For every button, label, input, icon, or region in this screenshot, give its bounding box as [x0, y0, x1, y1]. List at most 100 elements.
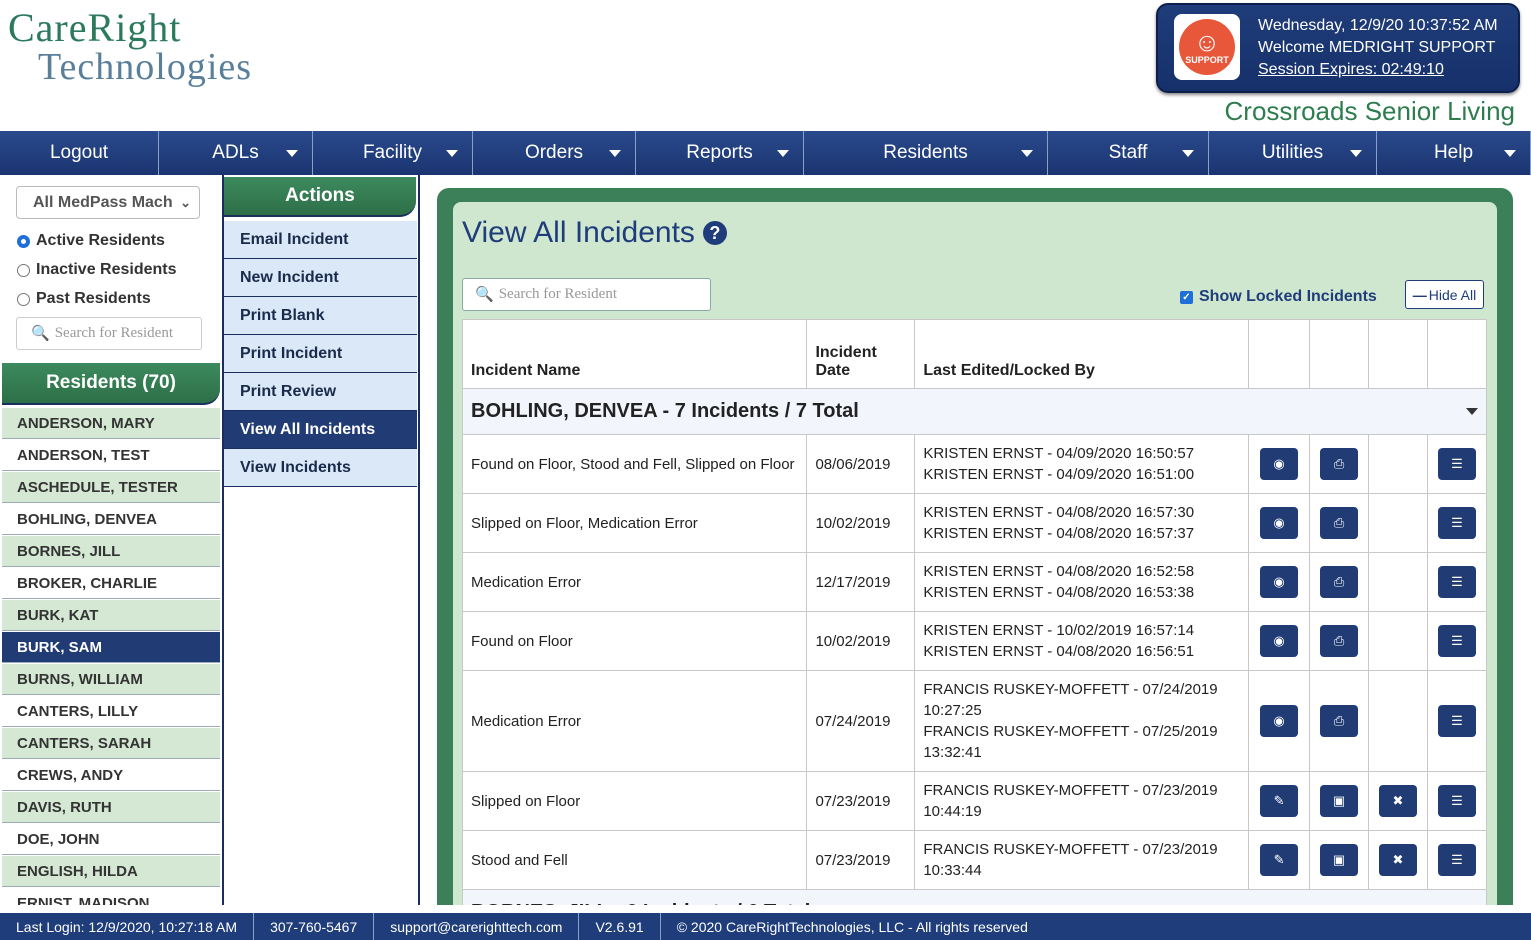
- col-incident-date: Incident Date: [806, 319, 916, 389]
- resident-list-item[interactable]: BROKER, CHARLIE: [2, 568, 220, 599]
- incident-date: 07/23/2019: [806, 830, 916, 890]
- last-login: Last Login: 12/9/2020, 10:27:18 AM: [0, 913, 255, 940]
- action-view-incidents[interactable]: View Incidents: [224, 449, 417, 487]
- action-email-incident[interactable]: Email Incident: [224, 221, 417, 259]
- nav-facility[interactable]: Facility: [313, 131, 473, 175]
- last-edited-by: FRANCIS RUSKEY-MOFFETT - 07/24/2019 10:2…: [914, 670, 1250, 772]
- last-edited-by: FRANCIS RUSKEY-MOFFETT - 07/23/2019 10:4…: [914, 771, 1250, 831]
- action-print-blank[interactable]: Print Blank: [224, 297, 417, 335]
- pencil-icon-button[interactable]: ✎: [1260, 785, 1299, 817]
- support-email[interactable]: support@carerighttech.com: [374, 913, 580, 940]
- action-print-incident[interactable]: Print Incident: [224, 335, 417, 373]
- eye-icon-button[interactable]: ◉: [1260, 448, 1299, 480]
- resident-group-row[interactable]: BOHLING, DENVEA - 7 Incidents / 7 Total: [462, 388, 1487, 435]
- document-icon-button[interactable]: ☰: [1437, 705, 1476, 737]
- document-review-icon-button[interactable]: ⎙: [1320, 507, 1359, 539]
- action-view-all-incidents[interactable]: View All Incidents: [224, 411, 417, 449]
- radio-label: Active Residents: [36, 232, 165, 249]
- checkbox-icon[interactable]: ✓: [1180, 290, 1193, 304]
- resident-search-input[interactable]: 🔍 Search for Resident: [16, 317, 202, 350]
- nav-reports[interactable]: Reports: [636, 131, 804, 175]
- help-icon[interactable]: ?: [702, 221, 727, 245]
- edited-entry: KRISTEN ERNST - 04/08/2020 16:57:30: [923, 504, 1195, 521]
- show-locked-toggle[interactable]: ✓ Show Locked Incidents: [1180, 288, 1377, 306]
- nav-staff[interactable]: Staff: [1048, 131, 1209, 175]
- incident-date: 12/17/2019: [806, 552, 916, 612]
- resident-list-item[interactable]: CANTERS, LILLY: [2, 696, 220, 727]
- caret-down-icon: [1021, 150, 1033, 157]
- edited-entry: FRANCIS RUSKEY-MOFFETT - 07/24/2019 10:2…: [923, 681, 1218, 719]
- hide-all-button[interactable]: — Hide All: [1405, 280, 1484, 309]
- resident-list-item[interactable]: ASCHEDULE, TESTER: [2, 472, 220, 503]
- main-content: View All Incidents ? 🔍 Search for Reside…: [453, 202, 1497, 905]
- resident-group-row[interactable]: BORNES, JILL - 6 Incidents / 6 Total: [462, 889, 1487, 905]
- document-icon-button[interactable]: ☰: [1437, 448, 1476, 480]
- resident-list-item[interactable]: BORNES, JILL: [2, 536, 220, 567]
- document-icon-button[interactable]: ☰: [1437, 566, 1476, 598]
- document-icon: ☰: [1451, 713, 1463, 728]
- caret-down-icon: [1504, 150, 1516, 157]
- action-print-review[interactable]: Print Review: [224, 373, 417, 411]
- x-icon-button[interactable]: ✖: [1378, 785, 1417, 817]
- eye-icon-button[interactable]: ◉: [1260, 566, 1299, 598]
- col-last-edited: Last Edited/Locked By: [914, 319, 1250, 389]
- eye-icon-button[interactable]: ◉: [1260, 507, 1299, 539]
- document-icon-button[interactable]: ☰: [1437, 844, 1476, 876]
- resident-list-item[interactable]: BURNS, WILLIAM: [2, 664, 220, 695]
- resident-list-item[interactable]: ERNIST, MADISON: [2, 888, 220, 906]
- resident-list-item[interactable]: DAVIS, RUTH: [2, 792, 220, 823]
- document-icon: ☰: [1451, 852, 1463, 867]
- nav-adls[interactable]: ADLs: [159, 131, 313, 175]
- session-panel: ☺ SUPPORT Wednesday, 12/9/20 10:37:52 AM …: [1156, 3, 1520, 93]
- resident-list-item[interactable]: ENGLISH, HILDA: [2, 856, 220, 887]
- session-expires-link[interactable]: Session Expires: 02:49:10: [1258, 59, 1498, 81]
- resident-list-item[interactable]: CREWS, ANDY: [2, 760, 220, 791]
- nav-help[interactable]: Help: [1377, 131, 1531, 175]
- last-edited-by: KRISTEN ERNST - 04/08/2020 16:57:30 KRIST…: [914, 493, 1250, 553]
- eye-icon-button[interactable]: ◉: [1260, 625, 1299, 657]
- resident-list-item[interactable]: ANDERSON, TEST: [2, 440, 220, 471]
- incident-row: Found on Floor 10/02/2019 KRISTEN ERNST - …: [461, 611, 1488, 671]
- edited-entry: FRANCIS RUSKEY-MOFFETT - 07/23/2019 10:3…: [923, 841, 1218, 879]
- nav-residents[interactable]: Residents: [804, 131, 1048, 175]
- radio-button[interactable]: [17, 234, 30, 248]
- nav-logout[interactable]: Logout: [0, 131, 159, 175]
- nav-utilities[interactable]: Utilities: [1209, 131, 1377, 175]
- resident-list-item[interactable]: BURK, SAM: [2, 632, 220, 663]
- resident-list-item[interactable]: DOE, JOHN: [2, 824, 220, 855]
- document-icon-button[interactable]: ☰: [1437, 507, 1476, 539]
- lock-icon-button[interactable]: ▣: [1320, 844, 1359, 876]
- resident-list-item[interactable]: BOHLING, DENVEA: [2, 504, 220, 535]
- radio-past-residents[interactable]: Past Residents: [17, 290, 151, 308]
- x-icon-button[interactable]: ✖: [1378, 844, 1417, 876]
- document-review-icon-button[interactable]: ⎙: [1320, 566, 1359, 598]
- document-review-icon-button[interactable]: ⎙: [1320, 705, 1359, 737]
- radio-button[interactable]: [17, 292, 30, 306]
- facility-name: Crossroads Senior Living: [1224, 96, 1515, 126]
- action-new-incident[interactable]: New Incident: [224, 259, 417, 297]
- resident-list-item[interactable]: BURK, KAT: [2, 600, 220, 631]
- caret-down-icon: [446, 150, 458, 157]
- radio-inactive-residents[interactable]: Inactive Residents: [17, 261, 177, 279]
- incident-row: Slipped on Floor 07/23/2019 FRANCIS RUSKEY…: [461, 771, 1488, 831]
- pencil-icon-button[interactable]: ✎: [1260, 844, 1299, 876]
- incident-name: Stood and Fell: [461, 830, 808, 890]
- document-icon-button[interactable]: ☰: [1437, 625, 1476, 657]
- support-icon[interactable]: ☺ SUPPORT: [1174, 14, 1240, 80]
- document-review-icon-button[interactable]: ⎙: [1320, 448, 1359, 480]
- radio-active-residents[interactable]: Active Residents: [17, 232, 165, 250]
- document-icon-button[interactable]: ☰: [1437, 785, 1476, 817]
- nav-orders[interactable]: Orders: [473, 131, 636, 175]
- main-nav: Logout ADLs Facility Orders Reports Residents…: [0, 131, 1531, 175]
- caret-down-icon[interactable]: [1466, 408, 1478, 415]
- eye-icon-button[interactable]: ◉: [1260, 705, 1299, 737]
- medpass-machine-select[interactable]: All MedPass Mach ⌄: [16, 186, 200, 219]
- resident-list-item[interactable]: CANTERS, SARAH: [2, 728, 220, 759]
- last-edited-by: KRISTEN ERNST - 10/02/2019 16:57:14 KRIST…: [914, 611, 1250, 671]
- incident-search-input[interactable]: 🔍 Search for Resident: [462, 278, 711, 311]
- eye-icon: ◉: [1273, 713, 1285, 728]
- lock-icon-button[interactable]: ▣: [1320, 785, 1359, 817]
- resident-list-item[interactable]: ANDERSON, MARY: [2, 408, 220, 439]
- radio-button[interactable]: [17, 263, 30, 277]
- document-review-icon-button[interactable]: ⎙: [1320, 625, 1359, 657]
